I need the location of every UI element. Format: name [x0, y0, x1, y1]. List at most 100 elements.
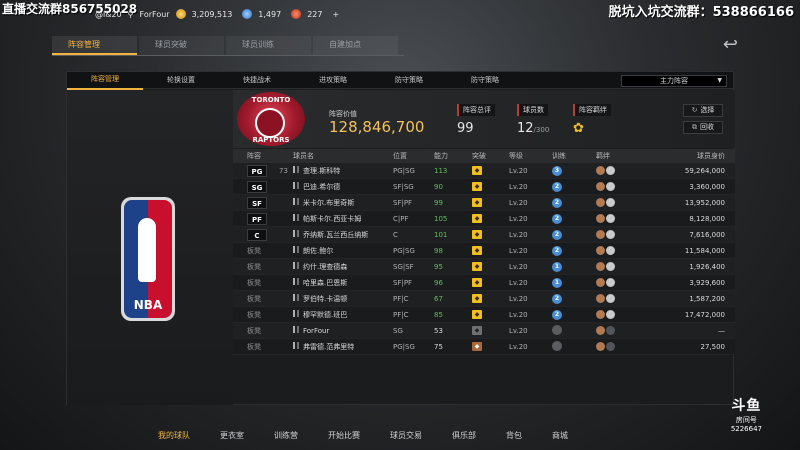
gold-coin-icon [175, 9, 186, 19]
player-ability: 99 [434, 198, 443, 207]
signal-icon [293, 261, 299, 269]
breakthrough-icon: ◆ [472, 166, 482, 175]
nav-start-game[interactable]: 开始比赛 [328, 430, 360, 441]
nav-my-team[interactable]: 我的球队 [158, 430, 190, 441]
subtab-quick-tactics[interactable]: 快捷战术 [219, 72, 295, 89]
training-level-icon: 2 [552, 309, 562, 320]
nba-logo-text: NBA [133, 298, 163, 312]
tab-breakthrough[interactable]: 球员突破 [139, 36, 224, 55]
player-level: Lv.20 [509, 182, 528, 191]
player-level: Lv.20 [509, 294, 528, 303]
bench-label: 板凳 [247, 310, 261, 319]
player-ability: 95 [434, 262, 443, 271]
player-value: 11,584,000 [684, 246, 725, 255]
nav-club[interactable]: 俱乐部 [452, 430, 476, 441]
breakthrough-icon: ◆ [472, 278, 482, 287]
player-count-label: 球员数 [517, 104, 548, 116]
signal-icon [293, 341, 299, 349]
player-level: Lv.20 [509, 230, 528, 239]
nav-shop[interactable]: 商城 [552, 430, 568, 441]
jersey-number: 73 [279, 166, 288, 175]
player-count-max: /300 [533, 126, 550, 134]
player-ability: 113 [434, 166, 448, 175]
subtab-defense-a[interactable]: 防守策略 [371, 72, 447, 89]
table-header: 阵容 球员名 位置 能力 突破 等级 训练 羁绊 球员身价 [233, 149, 735, 163]
player-position: PG|SG [393, 246, 415, 255]
table-row[interactable]: 板凳 朗佐.鲍尔 PG|SG 98 ◆ Lv.20 2 11,584,000 [233, 243, 735, 259]
player-position: SF|PF [393, 278, 413, 287]
recycle-button[interactable]: ⧉ 回收 [683, 121, 723, 134]
player-name: 约什.理查德森 [303, 262, 348, 271]
breakthrough-icon: ◆ [472, 246, 482, 255]
player-name: 穆罕默德.班巴 [303, 310, 348, 319]
bond-badge-icon [596, 166, 605, 175]
bond-icon[interactable]: ✿ [573, 121, 611, 136]
nav-trade[interactable]: 球员交易 [390, 430, 422, 441]
subtab-defense-b[interactable]: 防守策略 [447, 72, 523, 89]
training-level-icon [552, 324, 562, 335]
table-row[interactable]: 板凳 弗雷德.范弗里特 PG|SG 75 ◆ Lv.20 27,500 [233, 339, 735, 355]
bench-label: 板凳 [247, 262, 261, 271]
table-row[interactable]: SG 巴迪.希尔德 SF|SG 90 ◆ Lv.20 2 3,360,000 [233, 179, 735, 195]
player-name: 罗伯特.卡温顿 [303, 294, 348, 303]
player-value: — [718, 326, 725, 335]
top-status-bar: @l&20 ⚲ ForFour 3,209,513 1,497 227 + [95, 7, 339, 21]
table-row[interactable]: PG 73 查理.斯科特 PG|SG 113 ◆ Lv.20 3 59,264,… [233, 163, 735, 179]
subtab-offense[interactable]: 进攻策略 [295, 72, 371, 89]
table-row[interactable]: 板凳 哈里森.巴恩斯 SF|PF 96 ◆ Lv.20 1 3,929,600 [233, 275, 735, 291]
bond-badge-icon [596, 214, 605, 223]
nba-logo: NBA [121, 197, 175, 321]
player-value: 1,587,200 [689, 294, 725, 303]
bottom-nav: 我的球队 更衣室 训练营 开始比赛 球员交易 俱乐部 背包 商城 [158, 430, 598, 441]
stream-overlay-right: 脱坑入坑交流群：538866166 [608, 5, 794, 20]
player-level: Lv.20 [509, 326, 528, 335]
subtab-rotation[interactable]: 轮换设置 [143, 72, 219, 89]
bond-badge-icon [606, 182, 615, 191]
position-badge: SF [247, 196, 267, 209]
table-row[interactable]: C 乔纳斯.瓦兰西丘纳斯 C 101 ◆ Lv.20 2 7,616,000 [233, 227, 735, 243]
table-row[interactable]: SF 米卡尔.布里奇斯 SF|PF 99 ◆ Lv.20 2 13,952,00… [233, 195, 735, 211]
table-row[interactable]: 板凳 约什.理查德森 SG|SF 95 ◆ Lv.20 1 1,926,400 [233, 259, 735, 275]
table-row[interactable]: 板凳 穆罕默德.班巴 PF|C 85 ◆ Lv.20 2 17,472,000 [233, 307, 735, 323]
signal-icon [293, 293, 299, 301]
refresh-icon: ↻ [691, 106, 698, 114]
tab-training[interactable]: 球员训练 [226, 36, 311, 55]
back-arrow-icon[interactable]: ↩ [723, 34, 738, 55]
signal-icon [293, 245, 299, 253]
bond-badge-icon [606, 326, 615, 335]
breakthrough-icon: ◆ [472, 182, 482, 191]
add-currency-button[interactable]: + [332, 10, 339, 19]
player-position: PF|C [393, 294, 409, 303]
tab-custom-points[interactable]: 自建加点 [313, 36, 398, 55]
douyu-watermark: 斗鱼 房间号 5226647 [731, 395, 762, 433]
player-name: 米卡尔.布里奇斯 [303, 198, 355, 207]
team-logo-pane: NBA [67, 90, 233, 405]
bond-badge-icon [596, 230, 605, 239]
bond-badge-icon [606, 198, 615, 207]
player-level: Lv.20 [509, 342, 528, 351]
player-name: 乔纳斯.瓦兰西丘纳斯 [303, 230, 369, 239]
player-value: 13,952,000 [684, 198, 725, 207]
tab-lineup[interactable]: 阵容管理 [52, 36, 137, 55]
player-value: 3,360,000 [689, 182, 725, 191]
position-badge: SG [247, 180, 267, 193]
player-name: 弗雷德.范弗里特 [303, 342, 355, 351]
select-button[interactable]: ↻ 选择 [683, 104, 723, 117]
nav-locker-room[interactable]: 更衣室 [220, 430, 244, 441]
signal-icon [293, 181, 299, 189]
table-row[interactable]: PF 帕斯卡尔.西亚卡姆 C|PF 105 ◆ Lv.20 2 8,128,00… [233, 211, 735, 227]
training-level-icon: 1 [552, 277, 562, 288]
bond-badge-icon [606, 246, 615, 255]
player-position: C|PF [393, 214, 409, 223]
table-row[interactable]: 板凳 罗伯特.卡温顿 PF|C 67 ◆ Lv.20 2 1,587,200 [233, 291, 735, 307]
bond-badge-icon [596, 310, 605, 319]
red-coin-icon [291, 9, 302, 19]
nav-training-camp[interactable]: 训练营 [274, 430, 298, 441]
nav-backpack[interactable]: 背包 [506, 430, 522, 441]
training-level-icon: 3 [552, 165, 562, 176]
player-level: Lv.20 [509, 246, 528, 255]
subtab-lineup[interactable]: 阵容管理 [67, 71, 143, 90]
table-row[interactable]: 板凳 ForFour SG 53 ◆ Lv.20 — [233, 323, 735, 339]
lineup-select[interactable]: 主力阵容 ▼ [621, 75, 727, 87]
player-silhouette-icon [138, 218, 156, 282]
